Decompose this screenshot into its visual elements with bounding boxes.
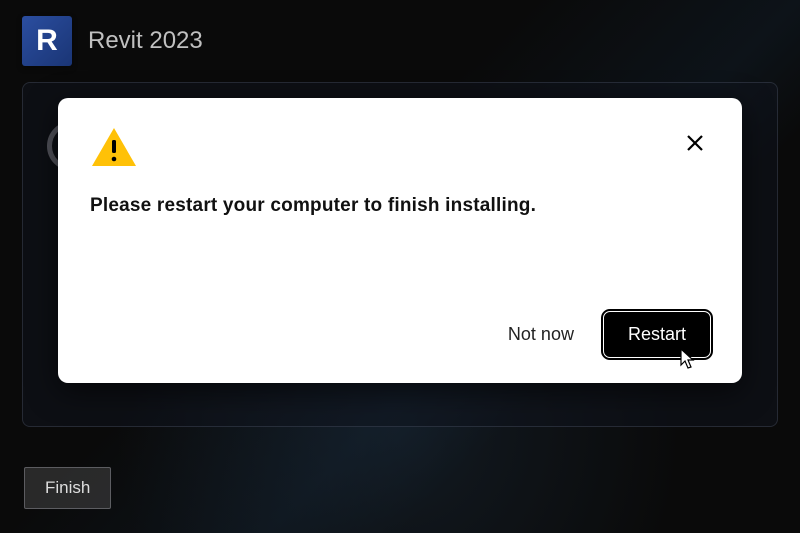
app-logo-letter: R: [36, 24, 58, 58]
app-logo: R: [22, 16, 72, 66]
not-now-button[interactable]: Not now: [504, 318, 578, 351]
installer-header: R Revit 2023: [0, 0, 800, 82]
app-title: Revit 2023: [88, 27, 203, 55]
warning-icon: [90, 126, 138, 173]
restart-dialog: Please restart your computer to finish i…: [58, 98, 742, 383]
dialog-message: Please restart your computer to finish i…: [90, 195, 710, 217]
finish-button[interactable]: Finish: [24, 467, 111, 509]
restart-button[interactable]: Restart: [604, 312, 710, 357]
close-button[interactable]: [680, 128, 710, 158]
close-icon: [685, 133, 705, 153]
dialog-button-row: Not now Restart: [90, 312, 710, 357]
dialog-header-row: [90, 126, 710, 173]
